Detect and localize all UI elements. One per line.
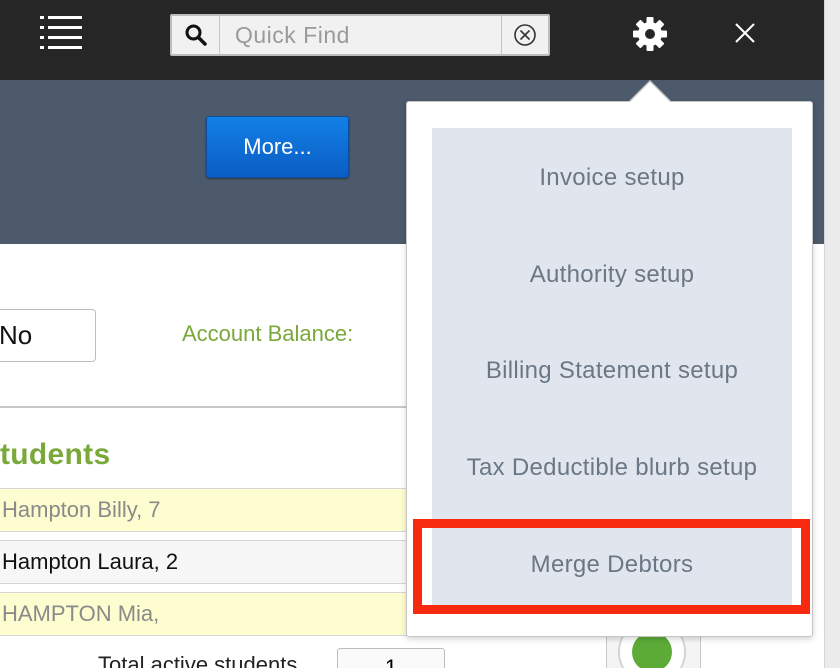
highlight-annotation — [413, 519, 810, 614]
students-heading: tudents — [0, 438, 111, 471]
menu-item-authority-setup[interactable]: Authority setup — [432, 245, 792, 305]
menu-item-billing-statement-setup[interactable]: Billing Statement setup — [432, 341, 792, 401]
total-active-students-label: Total active students — [98, 652, 298, 668]
popover-arrow-fill — [630, 82, 670, 102]
account-balance-label: Account Balance: — [182, 321, 354, 346]
flag-field[interactable]: No — [0, 309, 96, 362]
total-active-students-field[interactable]: 1 — [337, 648, 445, 668]
menu-item-invoice-setup[interactable]: Invoice setup — [432, 148, 792, 208]
more-button[interactable]: More... — [206, 116, 349, 178]
section-divider — [0, 406, 410, 408]
scrollbar[interactable] — [824, 0, 840, 668]
quick-find-input[interactable] — [221, 16, 501, 54]
student-row[interactable]: Hampton Laura, 2 — [0, 540, 420, 584]
student-row[interactable]: Hampton Billy, 7 — [0, 488, 420, 532]
student-name: HAMPTON Mia, — [2, 601, 160, 626]
menu-item-tax-deductible-blurb-setup[interactable]: Tax Deductible blurb setup — [432, 438, 792, 498]
student-name: Hampton Billy, 7 — [2, 497, 161, 522]
close-icon[interactable] — [732, 20, 758, 46]
quick-find-box — [170, 14, 550, 56]
student-name: Hampton Laura, 2 — [2, 549, 179, 574]
student-row[interactable]: HAMPTON Mia, — [0, 592, 420, 636]
gear-icon[interactable] — [632, 16, 668, 52]
list-menu-icon[interactable] — [40, 14, 82, 50]
clear-circle-icon[interactable] — [501, 16, 548, 54]
search-icon[interactable] — [172, 16, 220, 54]
